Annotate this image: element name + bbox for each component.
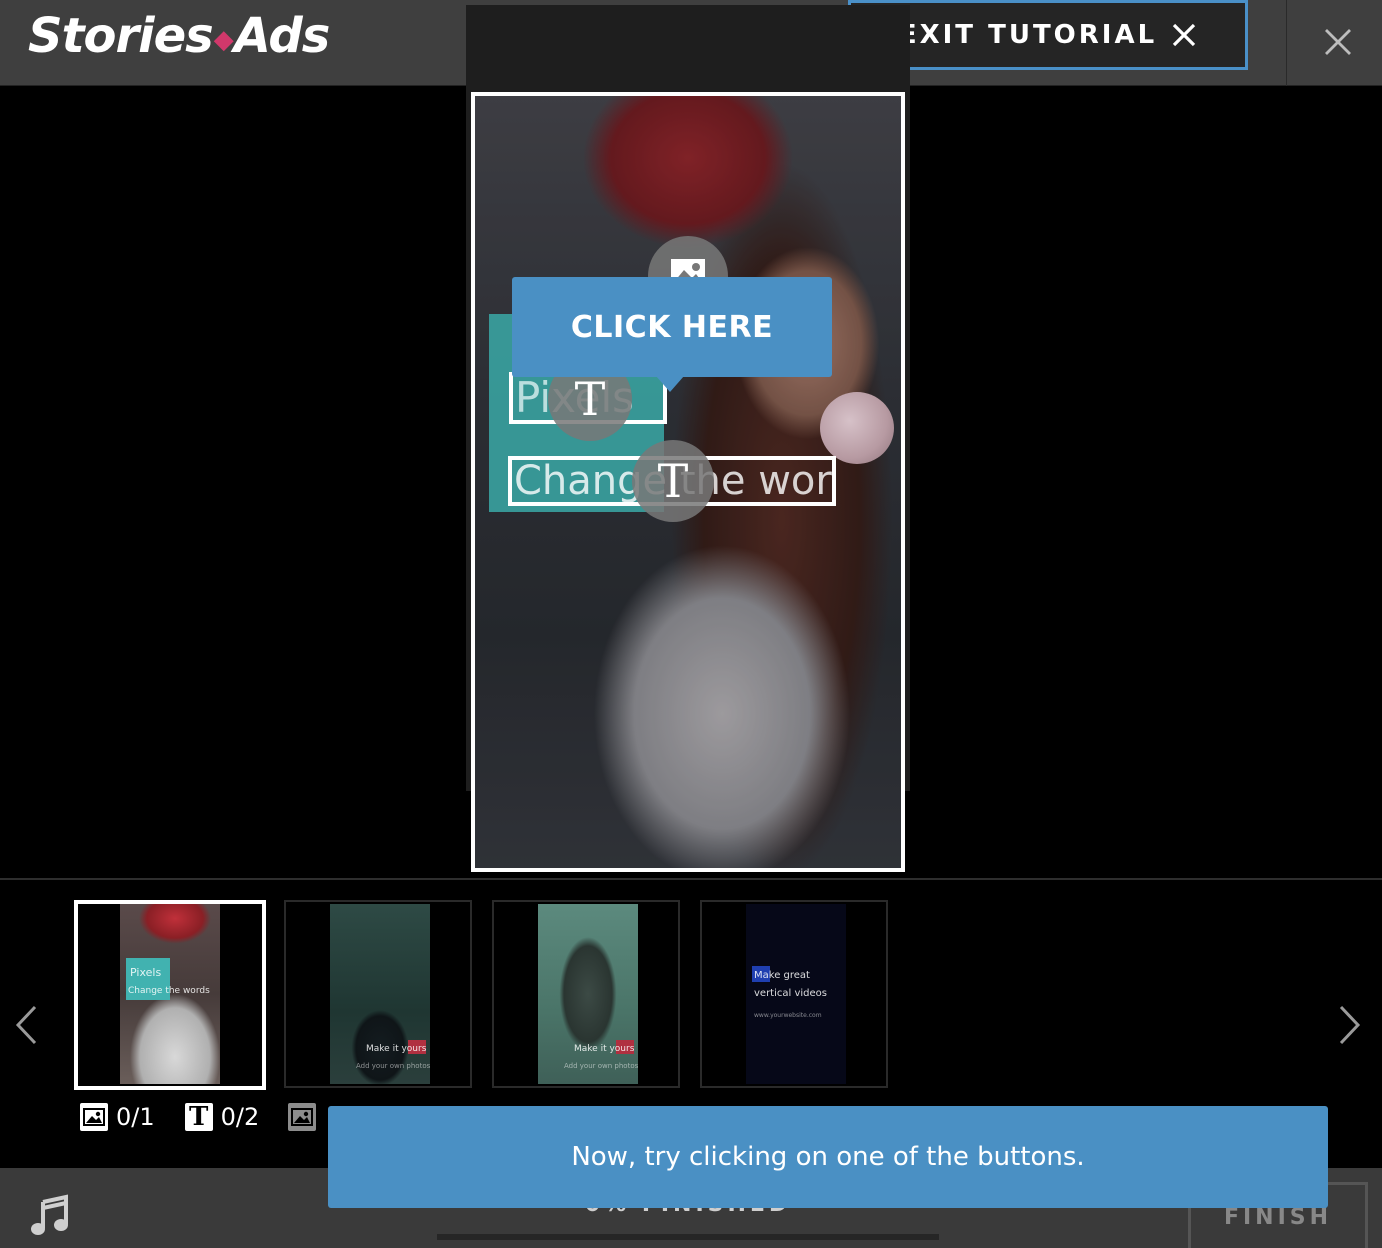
thumbnail-caption: Add your own photos [356,1062,430,1070]
tutorial-hint-text: Now, try clicking on one of the buttons. [571,1142,1085,1172]
logo-text-left: Stories [28,8,214,64]
thumbnail-caption: Change the words [128,986,210,996]
image-icon [288,1103,316,1131]
text-icon: T [657,454,689,508]
filmstrip-prev-button[interactable] [6,1000,46,1050]
thumbnail-image: Make it yours Add your own photos [538,904,638,1084]
close-icon [1173,23,1196,47]
click-here-callout[interactable]: CLICK HERE [512,277,832,377]
scene-2-element-counts [288,1100,316,1134]
scene-thumbnail-2[interactable]: Make it yours Add your own photos [284,900,472,1088]
music-icon [31,1194,68,1235]
music-button[interactable] [28,1194,72,1238]
chevron-left-icon [15,1005,37,1045]
thumbnail-image: Make it yours Add your own photos [330,904,430,1084]
thumbnail-caption: Pixels [130,966,162,979]
thumbnail-caption: Make it yours [366,1044,427,1054]
tutorial-hint-toast: Now, try clicking on one of the buttons. [328,1106,1328,1208]
filmstrip-next-button[interactable] [1330,1000,1370,1050]
scene-1-element-counts: 0/1 T 0/2 [80,1100,259,1134]
thumbnail-caption: Make it yours [574,1044,635,1054]
text-icon: T [574,372,606,426]
thumbnail-image: Make great vertical videos www.yourwebsi… [746,904,846,1084]
app-logo: Stories◆Ads [28,8,331,72]
logo-dot-icon: ◆ [213,25,234,55]
progress-bar [437,1234,939,1240]
scene-thumbnail-3[interactable]: Make it yours Add your own photos [492,900,680,1088]
close-editor-button[interactable] [1310,14,1366,70]
thumbnail-caption: Add your own photos [564,1062,638,1070]
exit-tutorial-label: EXIT TUTORIAL [898,20,1158,50]
callout-pointer [656,376,684,392]
scene-thumbnail-4[interactable]: Make great vertical videos www.yourwebsi… [700,900,888,1088]
edit-subtitle-text-button[interactable]: T [632,440,714,522]
thumbnail-caption: Make great [754,970,810,981]
scene-thumbnail-1[interactable]: Pixels Change the words [74,900,266,1090]
header-divider [1286,0,1287,86]
thumbnail-caption: vertical videos [754,988,827,999]
image-count: 0/1 [116,1103,155,1131]
close-icon [1325,29,1351,55]
text-icon: T [184,1103,213,1131]
callout-label: CLICK HERE [570,309,774,345]
finish-label: FINISH [1223,1204,1333,1230]
text-count: 0/2 [220,1103,260,1131]
image-icon [80,1103,108,1131]
thumbnail-image: Pixels Change the words [120,904,220,1084]
chevron-right-icon [1339,1005,1361,1045]
logo-text-right: Ads [233,8,331,64]
thumbnail-caption: www.yourwebsite.com [754,1012,822,1019]
